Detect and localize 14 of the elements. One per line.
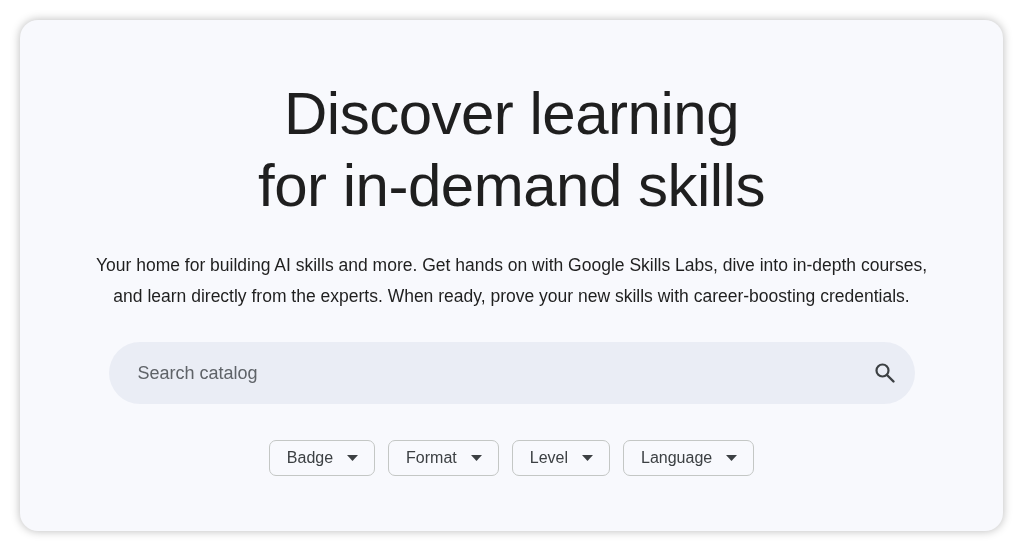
search-icon[interactable] [872,361,897,385]
caret-icon [347,455,359,461]
caret-icon [726,455,738,461]
caret-icon [582,455,593,461]
description-text: Your home for building AI skills and more. Get hands on with Google Skills Labs, dive into in-depth courses, [95,254,928,277]
headline: Discover learning [282,79,740,149]
filter-dropdown[interactable]: Format [388,440,499,476]
description-text: and learn directly from the experts. When ready, prove your new skills with career-boosting credentials. [112,285,911,308]
search-field[interactable]: Search catalog [108,342,915,404]
filter-dropdown[interactable]: Language [623,440,755,476]
caret-icon [470,455,482,461]
headline: for in-demand skills [258,151,765,221]
filter-dropdown[interactable]: Level [511,440,610,476]
filter-dropdown[interactable]: Badge [268,440,376,476]
